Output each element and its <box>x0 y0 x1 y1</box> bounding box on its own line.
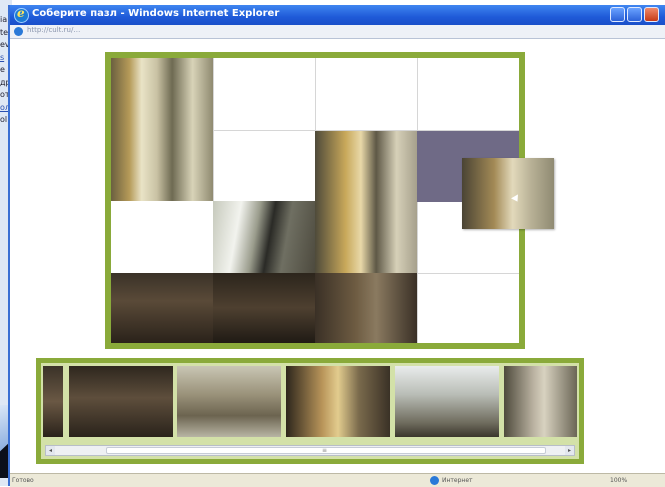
scroll-right-icon[interactable]: ▸ <box>565 446 574 455</box>
zoom-level[interactable]: 100% <box>610 477 627 484</box>
tray-scrollbar[interactable]: ◂ ≡ ▸ <box>45 445 575 456</box>
minimize-icon[interactable] <box>610 7 625 22</box>
title-bar[interactable]: Соберите пазл - Windows Internet Explore… <box>10 5 665 25</box>
tray-piece[interactable] <box>395 366 499 437</box>
tray-strip <box>43 365 577 437</box>
status-bar: Готово Интернет 100% <box>10 473 665 487</box>
cursor-icon <box>511 194 521 204</box>
tray-piece[interactable] <box>69 366 173 437</box>
dragged-piece[interactable] <box>462 158 554 229</box>
tray-piece[interactable] <box>43 366 63 437</box>
close-icon[interactable] <box>644 7 659 22</box>
page-icon <box>14 27 23 36</box>
puzzle-piece[interactable] <box>213 273 315 343</box>
status-zone: Интернет <box>442 477 473 484</box>
grid-line <box>315 58 316 130</box>
window-title: Соберите пазл - Windows Internet Explore… <box>32 8 280 19</box>
tray-piece[interactable] <box>504 366 577 437</box>
tray-piece[interactable] <box>286 366 390 437</box>
grid-line <box>213 130 519 131</box>
grip-icon: ≡ <box>322 447 328 454</box>
scrollbar-thumb[interactable]: ≡ <box>106 447 546 454</box>
globe-icon <box>430 476 439 485</box>
tray-piece[interactable] <box>177 366 281 437</box>
piece-tray: ◂ ≡ ▸ <box>36 358 584 464</box>
address-text[interactable]: http://cult.ru/… <box>27 26 80 34</box>
grid-line <box>417 273 519 274</box>
puzzle-piece[interactable] <box>111 273 213 343</box>
window-controls <box>610 7 659 22</box>
puzzle-piece[interactable] <box>315 273 417 343</box>
puzzle-piece[interactable] <box>213 201 315 273</box>
address-bar[interactable]: http://cult.ru/… <box>10 25 665 39</box>
maximize-icon[interactable] <box>627 7 642 22</box>
status-ready: Готово <box>12 477 34 484</box>
scroll-left-icon[interactable]: ◂ <box>46 446 55 455</box>
grid-line <box>417 58 418 130</box>
ie-logo-icon <box>14 6 29 23</box>
puzzle-piece[interactable] <box>111 58 213 201</box>
puzzle-grid <box>111 58 519 343</box>
